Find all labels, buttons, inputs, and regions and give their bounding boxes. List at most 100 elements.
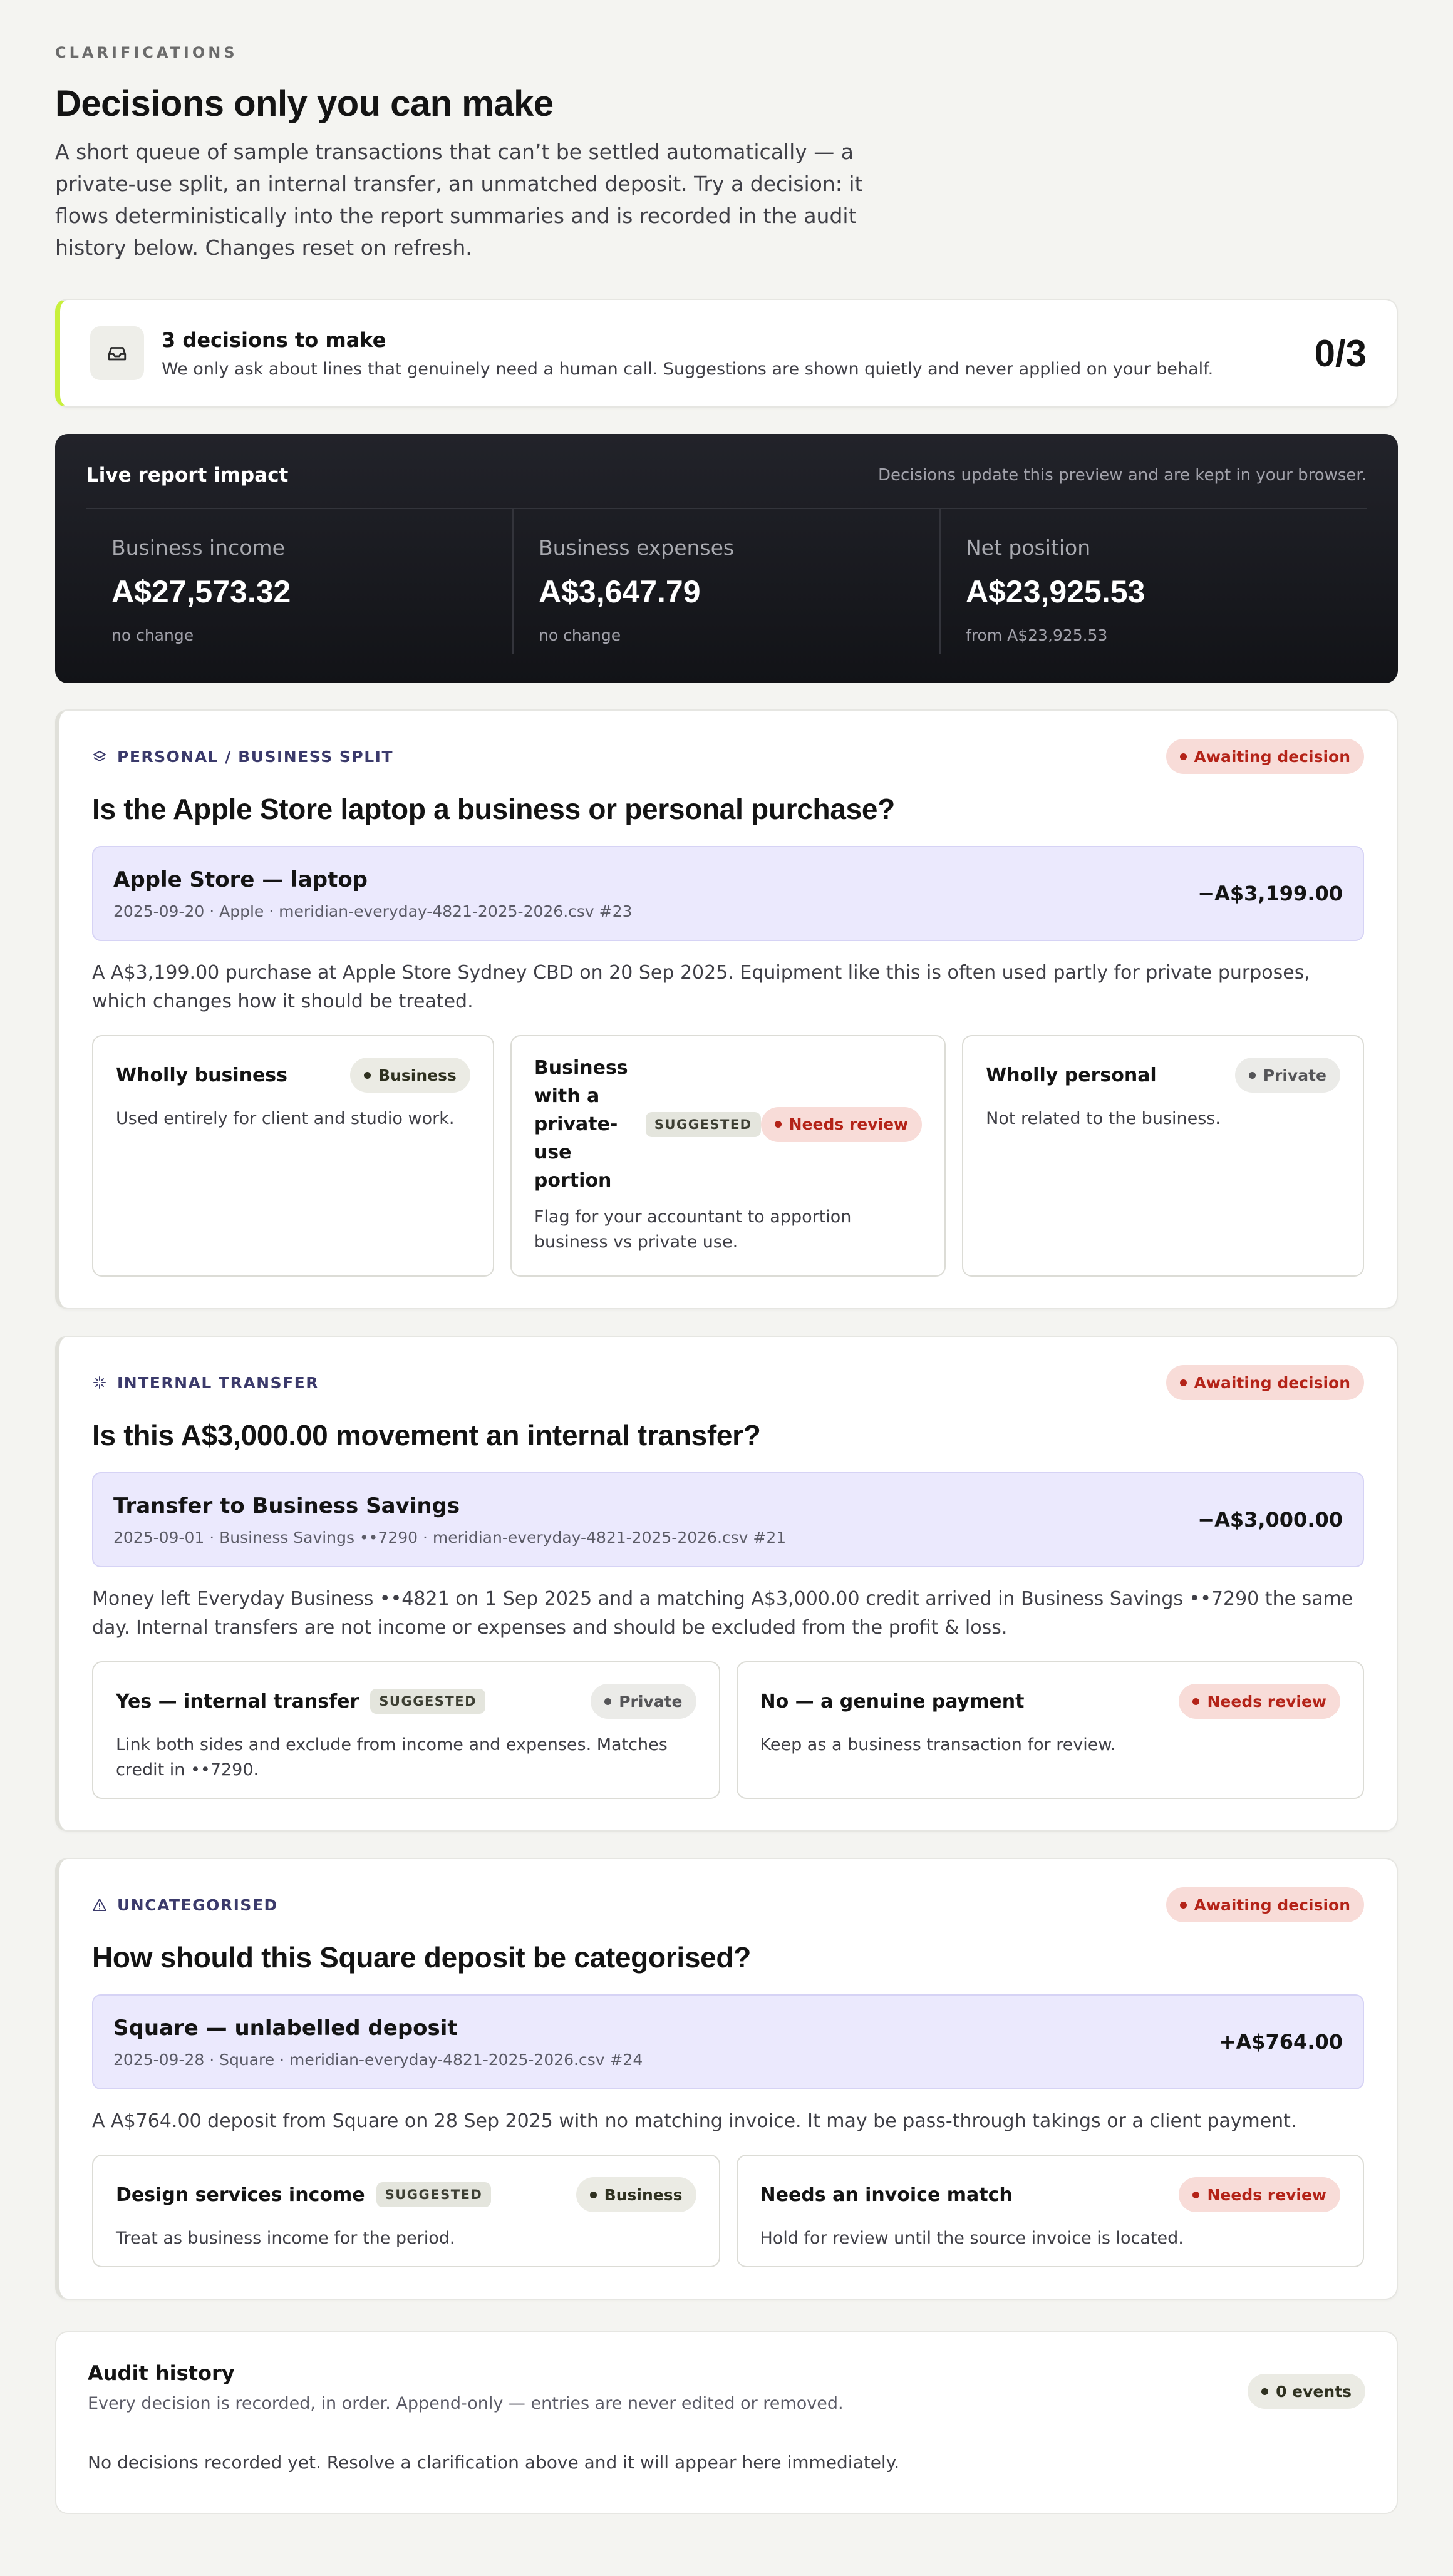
status-badge: Awaiting decision bbox=[1166, 1887, 1364, 1922]
page: CLARIFICATIONS Decisions only you can ma… bbox=[0, 0, 1453, 2576]
card-kind: INTERNAL TRANSFER bbox=[92, 1374, 319, 1392]
category-badge: Private bbox=[591, 1684, 696, 1719]
transaction-amount: −A$3,199.00 bbox=[1197, 882, 1343, 905]
page-intro: A short queue of sample transactions tha… bbox=[55, 140, 863, 260]
status-label: Awaiting decision bbox=[1194, 1373, 1350, 1392]
category-badge: Business bbox=[350, 1058, 470, 1093]
category-badge: Needs review bbox=[1179, 2177, 1340, 2212]
card-kind-label: PERSONAL / BUSINESS SPLIT bbox=[117, 747, 394, 766]
option-title: Business with a private-use portion bbox=[534, 1057, 628, 1192]
option-title: Wholly personal bbox=[986, 1064, 1157, 1086]
transaction-meta: 2025-09-20 · Apple · meridian-everyday-4… bbox=[113, 902, 633, 920]
metric-change: no change bbox=[111, 626, 194, 644]
option-description: Used entirely for client and studio work… bbox=[116, 1109, 455, 1128]
clarification-card-transfer: INTERNAL TRANSFER Awaiting decision Is t… bbox=[55, 1336, 1398, 1832]
clarification-card-uncategorised: UNCATEGORISED Awaiting decision How shou… bbox=[55, 1858, 1398, 2300]
decision-progress-count: 0/3 bbox=[1314, 332, 1367, 374]
warning-triangle-icon bbox=[93, 1899, 106, 1911]
transaction-line: Transfer to Business Savings 2025-09-01 … bbox=[92, 1472, 1364, 1567]
metric-value: A$3,647.79 bbox=[539, 574, 701, 609]
option-title: Yes — internal transfer bbox=[116, 1690, 359, 1713]
option-wholly-personal[interactable]: Wholly personal Private Not related to t… bbox=[962, 1035, 1364, 1277]
status-dot bbox=[1179, 753, 1187, 760]
summary-title: 3 decisions to make bbox=[162, 327, 386, 352]
card-kind: PERSONAL / BUSINESS SPLIT bbox=[92, 748, 393, 766]
impact-title: Live report impact bbox=[86, 464, 289, 487]
layers-icon bbox=[93, 751, 106, 761]
option-design-services-income[interactable]: Design services income SUGGESTED Busines… bbox=[92, 2155, 720, 2267]
suggested-tag: SUGGESTED bbox=[370, 1689, 486, 1714]
status-badge: Awaiting decision bbox=[1166, 739, 1364, 774]
option-description: Not related to the business. bbox=[986, 1109, 1221, 1128]
card-kind-label: UNCATEGORISED bbox=[117, 1895, 278, 1914]
decision-options: Design services income SUGGESTED Busines… bbox=[92, 2155, 1364, 2267]
status-label: Awaiting decision bbox=[1194, 747, 1350, 766]
metric-change: from A$23,925.53 bbox=[966, 626, 1108, 644]
category-badge: Business bbox=[576, 2177, 696, 2212]
option-business-private-portion[interactable]: Business with a private-use portion SUGG… bbox=[510, 1035, 946, 1277]
audit-history: Audit history Every decision is recorded… bbox=[55, 2331, 1398, 2514]
sparkle-icon bbox=[93, 1376, 106, 1389]
category-badge: Needs review bbox=[760, 1106, 923, 1142]
option-description: Keep as a business transaction for revie… bbox=[760, 1735, 1116, 1754]
decisions-summary: 3 decisions to make We only ask about li… bbox=[55, 299, 1398, 408]
audit-subtitle: Every decision is recorded, in order. Ap… bbox=[88, 2394, 844, 2413]
transaction-title: Transfer to Business Savings bbox=[113, 1493, 460, 1518]
option-description: Treat as business income for the period. bbox=[116, 2228, 455, 2248]
category-badge: Needs review bbox=[1179, 1684, 1340, 1719]
status-label: Awaiting decision bbox=[1194, 1895, 1350, 1914]
summary-text: 3 decisions to make We only ask about li… bbox=[162, 328, 1315, 379]
option-needs-invoice-match[interactable]: Needs an invoice match Needs review Hold… bbox=[736, 2155, 1364, 2267]
clarification-card-split: PERSONAL / BUSINESS SPLIT Awaiting decis… bbox=[55, 709, 1398, 1309]
card-description: A A$3,199.00 purchase at Apple Store Syd… bbox=[92, 962, 1310, 1012]
suggested-tag: SUGGESTED bbox=[376, 2182, 492, 2207]
page-title: Decisions only you can make bbox=[55, 83, 554, 124]
audit-empty-state: No decisions recorded yet. Resolve a cla… bbox=[88, 2452, 900, 2473]
metric-label: Business income bbox=[111, 535, 285, 560]
impact-note: Decisions update this preview and are ke… bbox=[877, 466, 1367, 485]
metric-change: no change bbox=[539, 626, 621, 644]
events-count-badge: 0 events bbox=[1248, 2374, 1365, 2409]
card-description: A A$764.00 deposit from Square on 28 Sep… bbox=[92, 2110, 1297, 2132]
metric-label: Business expenses bbox=[539, 535, 735, 560]
option-title: Needs an invoice match bbox=[760, 2183, 1013, 2206]
metric-value: A$27,573.32 bbox=[111, 574, 291, 609]
transaction-line: Square — unlabelled deposit 2025-09-28 ·… bbox=[92, 1994, 1364, 2089]
metric-business-income: Business income A$27,573.32 no change bbox=[86, 509, 512, 654]
transaction-meta: 2025-09-01 · Business Savings ••7290 · m… bbox=[113, 1528, 787, 1547]
transaction-amount: +A$764.00 bbox=[1219, 2030, 1343, 2054]
transaction-meta: 2025-09-28 · Square · meridian-everyday-… bbox=[113, 2050, 643, 2069]
transaction-title: Apple Store — laptop bbox=[113, 867, 368, 892]
option-title: Wholly business bbox=[116, 1064, 288, 1086]
option-internal-transfer[interactable]: Yes — internal transfer SUGGESTED Privat… bbox=[92, 1661, 720, 1799]
metric-net-position: Net position A$23,925.53 from A$23,925.5… bbox=[939, 509, 1367, 654]
eyebrow: CLARIFICATIONS bbox=[55, 44, 238, 61]
status-dot bbox=[1179, 1379, 1187, 1386]
option-description: Flag for your accountant to apportion bu… bbox=[534, 1207, 852, 1252]
metric-label: Net position bbox=[966, 535, 1091, 560]
card-question: Is the Apple Store laptop a business or … bbox=[92, 793, 895, 825]
option-description: Link both sides and exclude from income … bbox=[116, 1735, 668, 1780]
option-genuine-payment[interactable]: No — a genuine payment Needs review Keep… bbox=[736, 1661, 1364, 1799]
option-description: Hold for review until the source invoice… bbox=[760, 2228, 1184, 2248]
card-question: Is this A$3,000.00 movement an internal … bbox=[92, 1419, 761, 1451]
metric-business-expenses: Business expenses A$3,647.79 no change bbox=[512, 509, 939, 654]
card-kind-label: INTERNAL TRANSFER bbox=[117, 1373, 319, 1392]
transaction-line: Apple Store — laptop 2025-09-20 · Apple … bbox=[92, 846, 1364, 941]
audit-title: Audit history bbox=[88, 2361, 235, 2385]
transaction-title: Square — unlabelled deposit bbox=[113, 2015, 458, 2041]
suggested-tag: SUGGESTED bbox=[645, 1111, 761, 1137]
option-title: No — a genuine payment bbox=[760, 1690, 1025, 1713]
option-wholly-business[interactable]: Wholly business Business Used entirely f… bbox=[92, 1035, 494, 1277]
decision-options: Wholly business Business Used entirely f… bbox=[92, 1035, 1364, 1277]
decision-options: Yes — internal transfer SUGGESTED Privat… bbox=[92, 1661, 1364, 1799]
card-question: How should this Square deposit be catego… bbox=[92, 1941, 752, 1974]
metric-value: A$23,925.53 bbox=[966, 574, 1145, 609]
live-report-impact: Live report impact Decisions update this… bbox=[55, 434, 1398, 683]
option-title: Design services income bbox=[116, 2183, 365, 2206]
category-badge: Private bbox=[1234, 1058, 1340, 1093]
transaction-amount: −A$3,000.00 bbox=[1197, 1508, 1343, 1532]
status-badge: Awaiting decision bbox=[1166, 1365, 1364, 1400]
summary-subtitle: We only ask about lines that genuinely n… bbox=[162, 359, 1214, 379]
card-description: Money left Everyday Business ••4821 on 1… bbox=[92, 1588, 1353, 1639]
